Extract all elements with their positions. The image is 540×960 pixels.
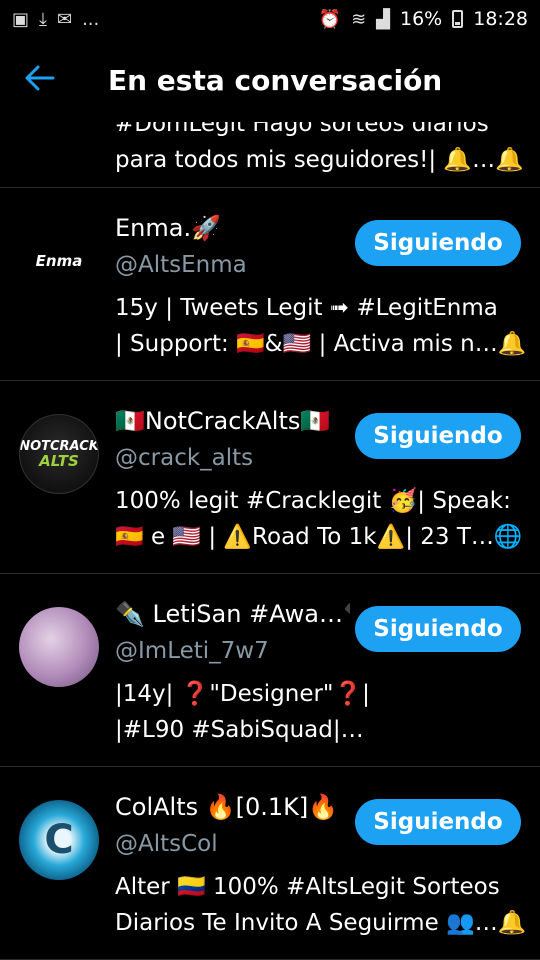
avatar-logo-text: NOTCRACK ALTS [19, 439, 99, 470]
image-icon: ▣ [12, 8, 30, 30]
avatar[interactable] [19, 607, 99, 687]
display-name: 🇲🇽NotCrackAlts🇲🇽 [115, 407, 331, 435]
bio-line: 🇪🇸 e 🇺🇸 | ⚠️Road To 1k⚠️| 23 T…🌐 [115, 524, 523, 550]
mail-icon: ✉ [56, 8, 73, 30]
following-button[interactable]: Siguiendo [355, 220, 521, 266]
avatar-logo-text: C [44, 817, 74, 863]
bio-line: 15y | Tweets Legit ➟ #LegitEnma [115, 295, 498, 321]
user-handle: @ImLeti_7w7 [115, 638, 269, 664]
alarm-icon: ⏰ [318, 8, 342, 30]
account-row-crack-alts[interactable]: NOTCRACK ALTS 🇲🇽NotCrackAlts🇲🇽 @crack_alt… [0, 381, 540, 574]
avatar[interactable]: NOTCRACK ALTS [19, 414, 99, 494]
signal-icon: ▟ [376, 8, 390, 30]
list-item-partial[interactable]: #DomLegit Hago sorteos diarios para todo… [0, 122, 540, 188]
bio-line: |#L90 #SabiSquad|… [115, 717, 364, 743]
display-name: ColAlts 🔥[0.1K]🔥 [115, 793, 339, 821]
avatar-logo-text: Enma [35, 252, 83, 270]
following-button[interactable]: Siguiendo [355, 799, 521, 845]
more-notifications: ... [82, 8, 100, 30]
bio-line: Alter 🇨🇴 100% #AltsLegit Sorteos [115, 874, 500, 900]
battery-icon [452, 10, 464, 28]
page-title: En esta conversación [108, 63, 443, 97]
wifi-icon: ≋ [351, 8, 367, 30]
bio: 100% legit #Cracklegit 🥳| Speak: 🇪🇸 e 🇺🇸… [115, 483, 525, 555]
app-bar: En esta conversación [0, 38, 540, 122]
avatar[interactable]: C [19, 800, 99, 880]
bio: |14y| ❓"Designer"❓| |#L90 #SabiSquad|… [115, 676, 525, 748]
status-bar: ▣ ⤓ ✉ ... ⏰ ≋ ▟ 16% 18:28 [0, 0, 540, 38]
user-handle: @AltsCol [115, 831, 218, 857]
avatar[interactable]: Enma [19, 221, 99, 301]
bio: Alter 🇨🇴 100% #AltsLegit Sorteos Diarios… [115, 869, 525, 941]
bio-line: Diarios Te Invito A Seguirme 👥…🔔 [115, 910, 525, 936]
bio-line: para todos mis seguidores!| 🔔…🔔 [115, 147, 524, 173]
display-name: ✒️ LetiSan #Awa…✒️ [115, 600, 350, 628]
bio-line: #DomLegit Hago sorteos diarios [115, 122, 489, 137]
download-icon: ⤓ [39, 8, 47, 30]
user-handle: @crack_alts [115, 445, 254, 471]
account-row-altscol[interactable]: C ColAlts 🔥[0.1K]🔥 @AltsCol Siguiendo Al… [0, 767, 540, 960]
following-button[interactable]: Siguiendo [355, 413, 521, 459]
status-left: ▣ ⤓ ✉ ... [12, 9, 99, 30]
back-arrow-icon[interactable] [0, 61, 80, 99]
user-handle: @AltsEnma [115, 252, 247, 278]
bio-line: | Support: 🇪🇸&🇺🇸 | Activa mis n…🔔 [115, 331, 525, 357]
battery-percent: 16% [400, 8, 443, 30]
following-button[interactable]: Siguiendo [355, 606, 521, 652]
bio: 15y | Tweets Legit ➟ #LegitEnma | Suppor… [115, 290, 525, 362]
bio-line: |14y| ❓"Designer"❓| [115, 681, 370, 707]
account-row-imleti[interactable]: ✒️ LetiSan #Awa…✒️ @ImLeti_7w7 Siguiendo… [0, 574, 540, 767]
display-name: Enma.🚀 [115, 214, 221, 242]
clock: 18:28 [473, 8, 528, 30]
account-row-altsenma[interactable]: Enma Enma.🚀 @AltsEnma Siguiendo 15y | Tw… [0, 188, 540, 381]
conversation-list[interactable]: #DomLegit Hago sorteos diarios para todo… [0, 122, 540, 960]
bio-line: 100% legit #Cracklegit 🥳| Speak: [115, 488, 511, 514]
status-right: ⏰ ≋ ▟ 16% 18:28 [319, 8, 528, 30]
